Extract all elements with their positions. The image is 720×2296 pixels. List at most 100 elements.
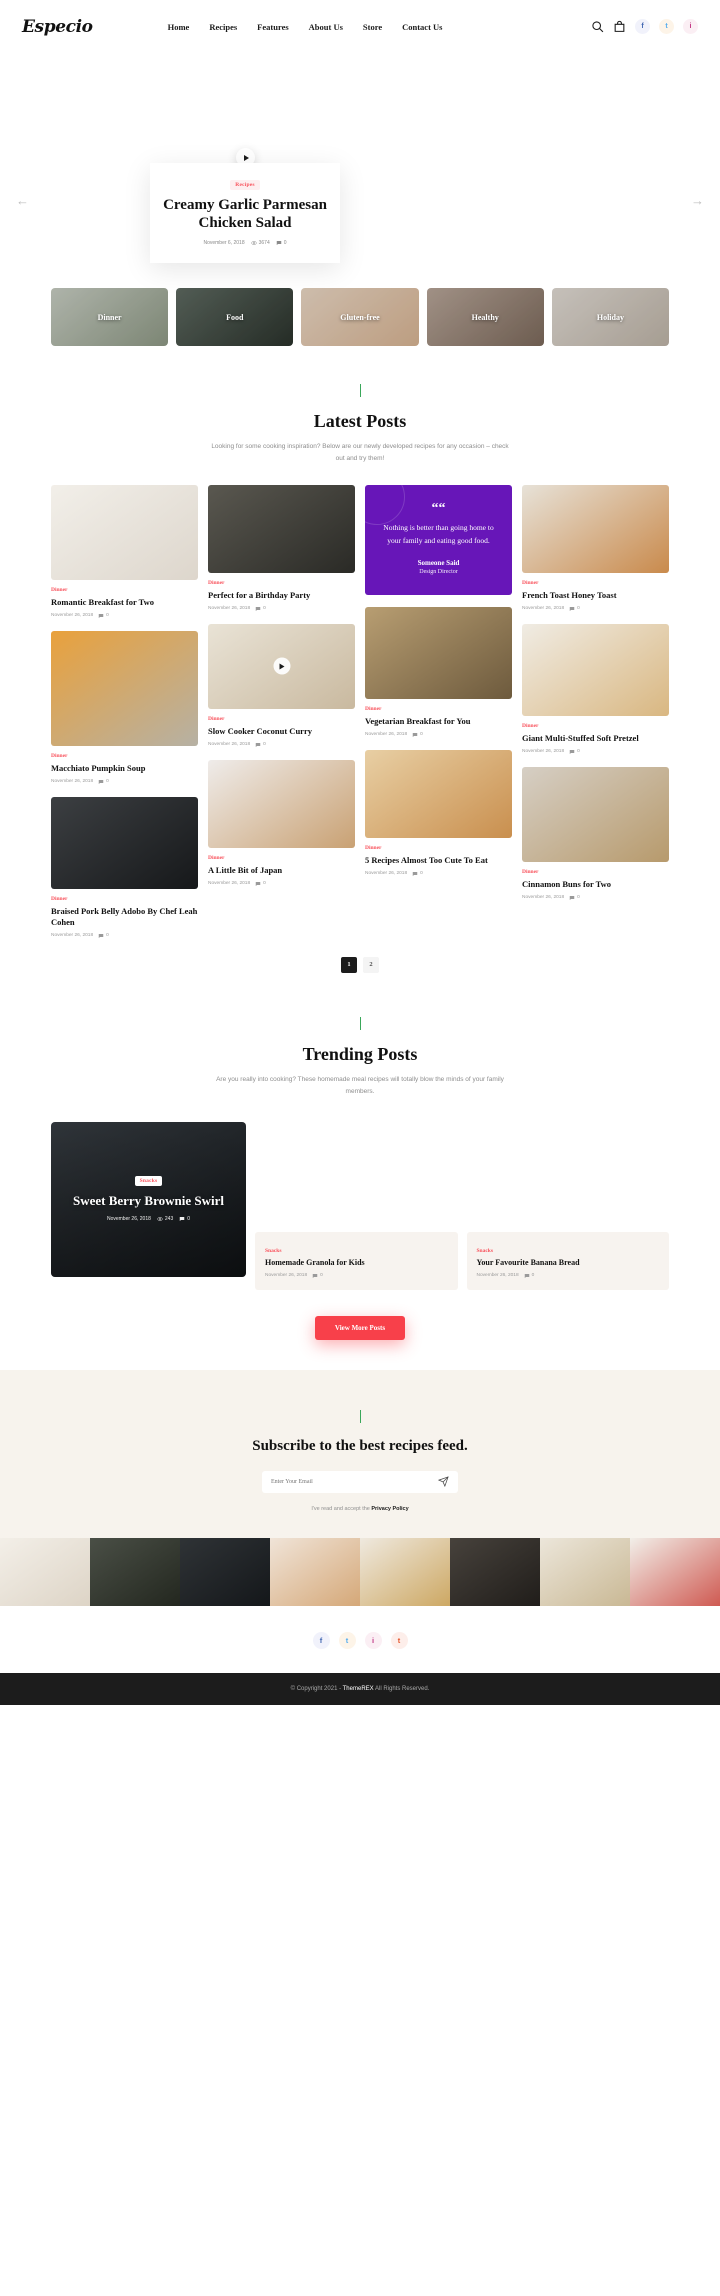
comment-icon	[179, 1217, 185, 1222]
nav-item-home[interactable]: Home	[168, 22, 190, 32]
trending-featured-category[interactable]: Snacks	[134, 1176, 163, 1187]
post-card[interactable]: Dinner Romantic Breakfast for Two November…	[51, 485, 198, 619]
post-thumbnail[interactable]	[51, 630, 198, 746]
hero-category-badge[interactable]: Recipes	[230, 180, 260, 191]
post-category[interactable]: Dinner	[522, 869, 669, 875]
gallery-image[interactable]	[540, 1537, 630, 1606]
post-card[interactable]: Dinner Cinnamon Buns for Two November 26, …	[522, 766, 669, 901]
category-card-food[interactable]: Food	[176, 288, 294, 346]
facebook-icon[interactable]: f	[635, 19, 650, 34]
post-date: November 26, 2018	[265, 1273, 308, 1279]
post-card[interactable]: Dinner Braised Pork Belly Adobo By Chef L…	[51, 796, 198, 939]
post-category[interactable]: Dinner	[208, 716, 355, 722]
tumblr-icon[interactable]: t	[390, 1631, 408, 1649]
hero-prev-arrow[interactable]: ←	[16, 193, 29, 208]
trending-featured-title[interactable]: Sweet Berry Brownie Swirl	[73, 1193, 224, 1209]
post-category[interactable]: Dinner	[522, 580, 669, 586]
post-card[interactable]: Dinner Giant Multi-Stuffed Soft Pretzel No…	[522, 623, 669, 755]
post-card[interactable]: Dinner Perfect for a Birthday Party Novemb…	[208, 485, 355, 612]
trending-side-card[interactable]: Snacks Your Favourite Banana Bread Novembe…	[466, 1231, 669, 1290]
search-icon[interactable]	[591, 20, 604, 33]
gallery-image[interactable]	[180, 1537, 270, 1606]
privacy-policy-link[interactable]: Privacy Policy	[371, 1506, 408, 1512]
post-title[interactable]: A Little Bit of Japan	[208, 865, 355, 876]
post-comments-count: 0	[420, 871, 423, 877]
post-category[interactable]: Dinner	[51, 753, 198, 759]
pagination-page-1[interactable]: 1	[341, 956, 357, 973]
post-comments: 0	[312, 1273, 323, 1279]
post-title[interactable]: Romantic Breakfast for Two	[51, 597, 198, 608]
play-icon[interactable]	[273, 657, 290, 675]
post-category[interactable]: Dinner	[365, 706, 512, 712]
post-title[interactable]: Cinnamon Buns for Two	[522, 879, 669, 890]
trending-featured-card[interactable]: Snacks Sweet Berry Brownie Swirl Novembe…	[51, 1121, 246, 1277]
nav-item-about-us[interactable]: About Us	[309, 22, 343, 32]
post-category[interactable]: Snacks	[477, 1248, 660, 1254]
post-thumbnail[interactable]	[522, 623, 669, 716]
post-thumbnail[interactable]	[365, 607, 512, 700]
post-card[interactable]: Dinner Macchiato Pumpkin Soup November 26,…	[51, 630, 198, 785]
category-card-healthy[interactable]: Healthy	[426, 288, 544, 346]
post-category[interactable]: Dinner	[522, 723, 669, 729]
post-card[interactable]: Dinner Vegetarian Breakfast for You Novemb…	[365, 607, 512, 738]
instagram-icon[interactable]: i	[683, 19, 698, 34]
twitter-icon[interactable]: t	[659, 19, 674, 34]
category-card-dinner[interactable]: Dinner	[51, 288, 169, 346]
pagination-page-2[interactable]: 2	[363, 956, 379, 973]
post-category[interactable]: Dinner	[365, 845, 512, 851]
post-card[interactable]: Dinner Slow Cooker Coconut Curry November …	[208, 623, 355, 748]
nav-item-contact-us[interactable]: Contact Us	[402, 22, 442, 32]
brand-link[interactable]: ThemeREX	[343, 1686, 374, 1692]
post-card[interactable]: Dinner 5 Recipes Almost Too Cute To Eat No…	[365, 749, 512, 877]
post-title[interactable]: Giant Multi-Stuffed Soft Pretzel	[522, 733, 669, 744]
category-card-holiday[interactable]: Holiday	[551, 288, 670, 346]
gallery-image[interactable]	[90, 1537, 180, 1606]
send-icon[interactable]	[438, 1476, 449, 1488]
post-title[interactable]: 5 Recipes Almost Too Cute To Eat	[365, 855, 512, 866]
post-title[interactable]: Vegetarian Breakfast for You	[365, 716, 512, 727]
nav-item-store[interactable]: Store	[363, 22, 382, 32]
category-card-gluten-free[interactable]: Gluten-free	[301, 288, 419, 346]
post-thumbnail[interactable]	[208, 485, 355, 574]
post-title[interactable]: Your Favourite Banana Bread	[477, 1258, 660, 1268]
post-title[interactable]: Macchiato Pumpkin Soup	[51, 763, 198, 774]
twitter-icon[interactable]: t	[338, 1631, 356, 1649]
post-thumbnail[interactable]	[51, 485, 198, 581]
nav-item-features[interactable]: Features	[257, 22, 288, 32]
pagination: 12	[0, 939, 720, 973]
post-category[interactable]: Dinner	[51, 896, 198, 902]
gallery-image[interactable]	[360, 1537, 450, 1606]
comment-icon	[98, 613, 104, 618]
post-category[interactable]: Dinner	[208, 855, 355, 861]
post-thumbnail[interactable]	[365, 749, 512, 838]
post-thumbnail[interactable]	[522, 766, 669, 862]
post-title[interactable]: Braised Pork Belly Adobo By Chef Leah Co…	[51, 906, 198, 928]
post-card[interactable]: Dinner French Toast Honey Toast November 2…	[522, 485, 669, 612]
post-thumbnail[interactable]	[522, 485, 669, 574]
gallery-image[interactable]	[0, 1537, 90, 1606]
hero-card[interactable]: Recipes Creamy Garlic Parmesan Chicken S…	[150, 163, 340, 263]
gallery-image[interactable]	[450, 1537, 540, 1606]
post-title[interactable]: Homemade Granola for Kids	[265, 1258, 448, 1268]
instagram-icon[interactable]: i	[364, 1631, 382, 1649]
post-category[interactable]: Dinner	[51, 587, 198, 593]
hero-next-arrow[interactable]: →	[691, 193, 704, 208]
post-category[interactable]: Dinner	[208, 580, 355, 586]
post-card[interactable]: Dinner A Little Bit of Japan November 26, …	[208, 759, 355, 887]
gallery-image[interactable]	[270, 1537, 360, 1606]
trending-side-card[interactable]: Snacks Homemade Granola for Kids November …	[255, 1231, 458, 1290]
nav-item-recipes[interactable]: Recipes	[209, 22, 237, 32]
hero-title[interactable]: Creamy Garlic Parmesan Chicken Salad	[150, 197, 340, 231]
site-logo[interactable]: Especio	[22, 17, 93, 37]
gallery-image[interactable]	[630, 1537, 720, 1606]
post-category[interactable]: Snacks	[265, 1248, 448, 1254]
post-title[interactable]: Perfect for a Birthday Party	[208, 590, 355, 601]
view-more-posts-button[interactable]: View More Posts	[314, 1315, 406, 1340]
post-title[interactable]: French Toast Honey Toast	[522, 590, 669, 601]
post-thumbnail[interactable]	[208, 759, 355, 848]
facebook-icon[interactable]: f	[312, 1631, 330, 1649]
post-thumbnail[interactable]	[51, 796, 198, 889]
email-input[interactable]	[271, 1478, 438, 1485]
bag-icon[interactable]	[613, 20, 626, 33]
post-title[interactable]: Slow Cooker Coconut Curry	[208, 726, 355, 737]
